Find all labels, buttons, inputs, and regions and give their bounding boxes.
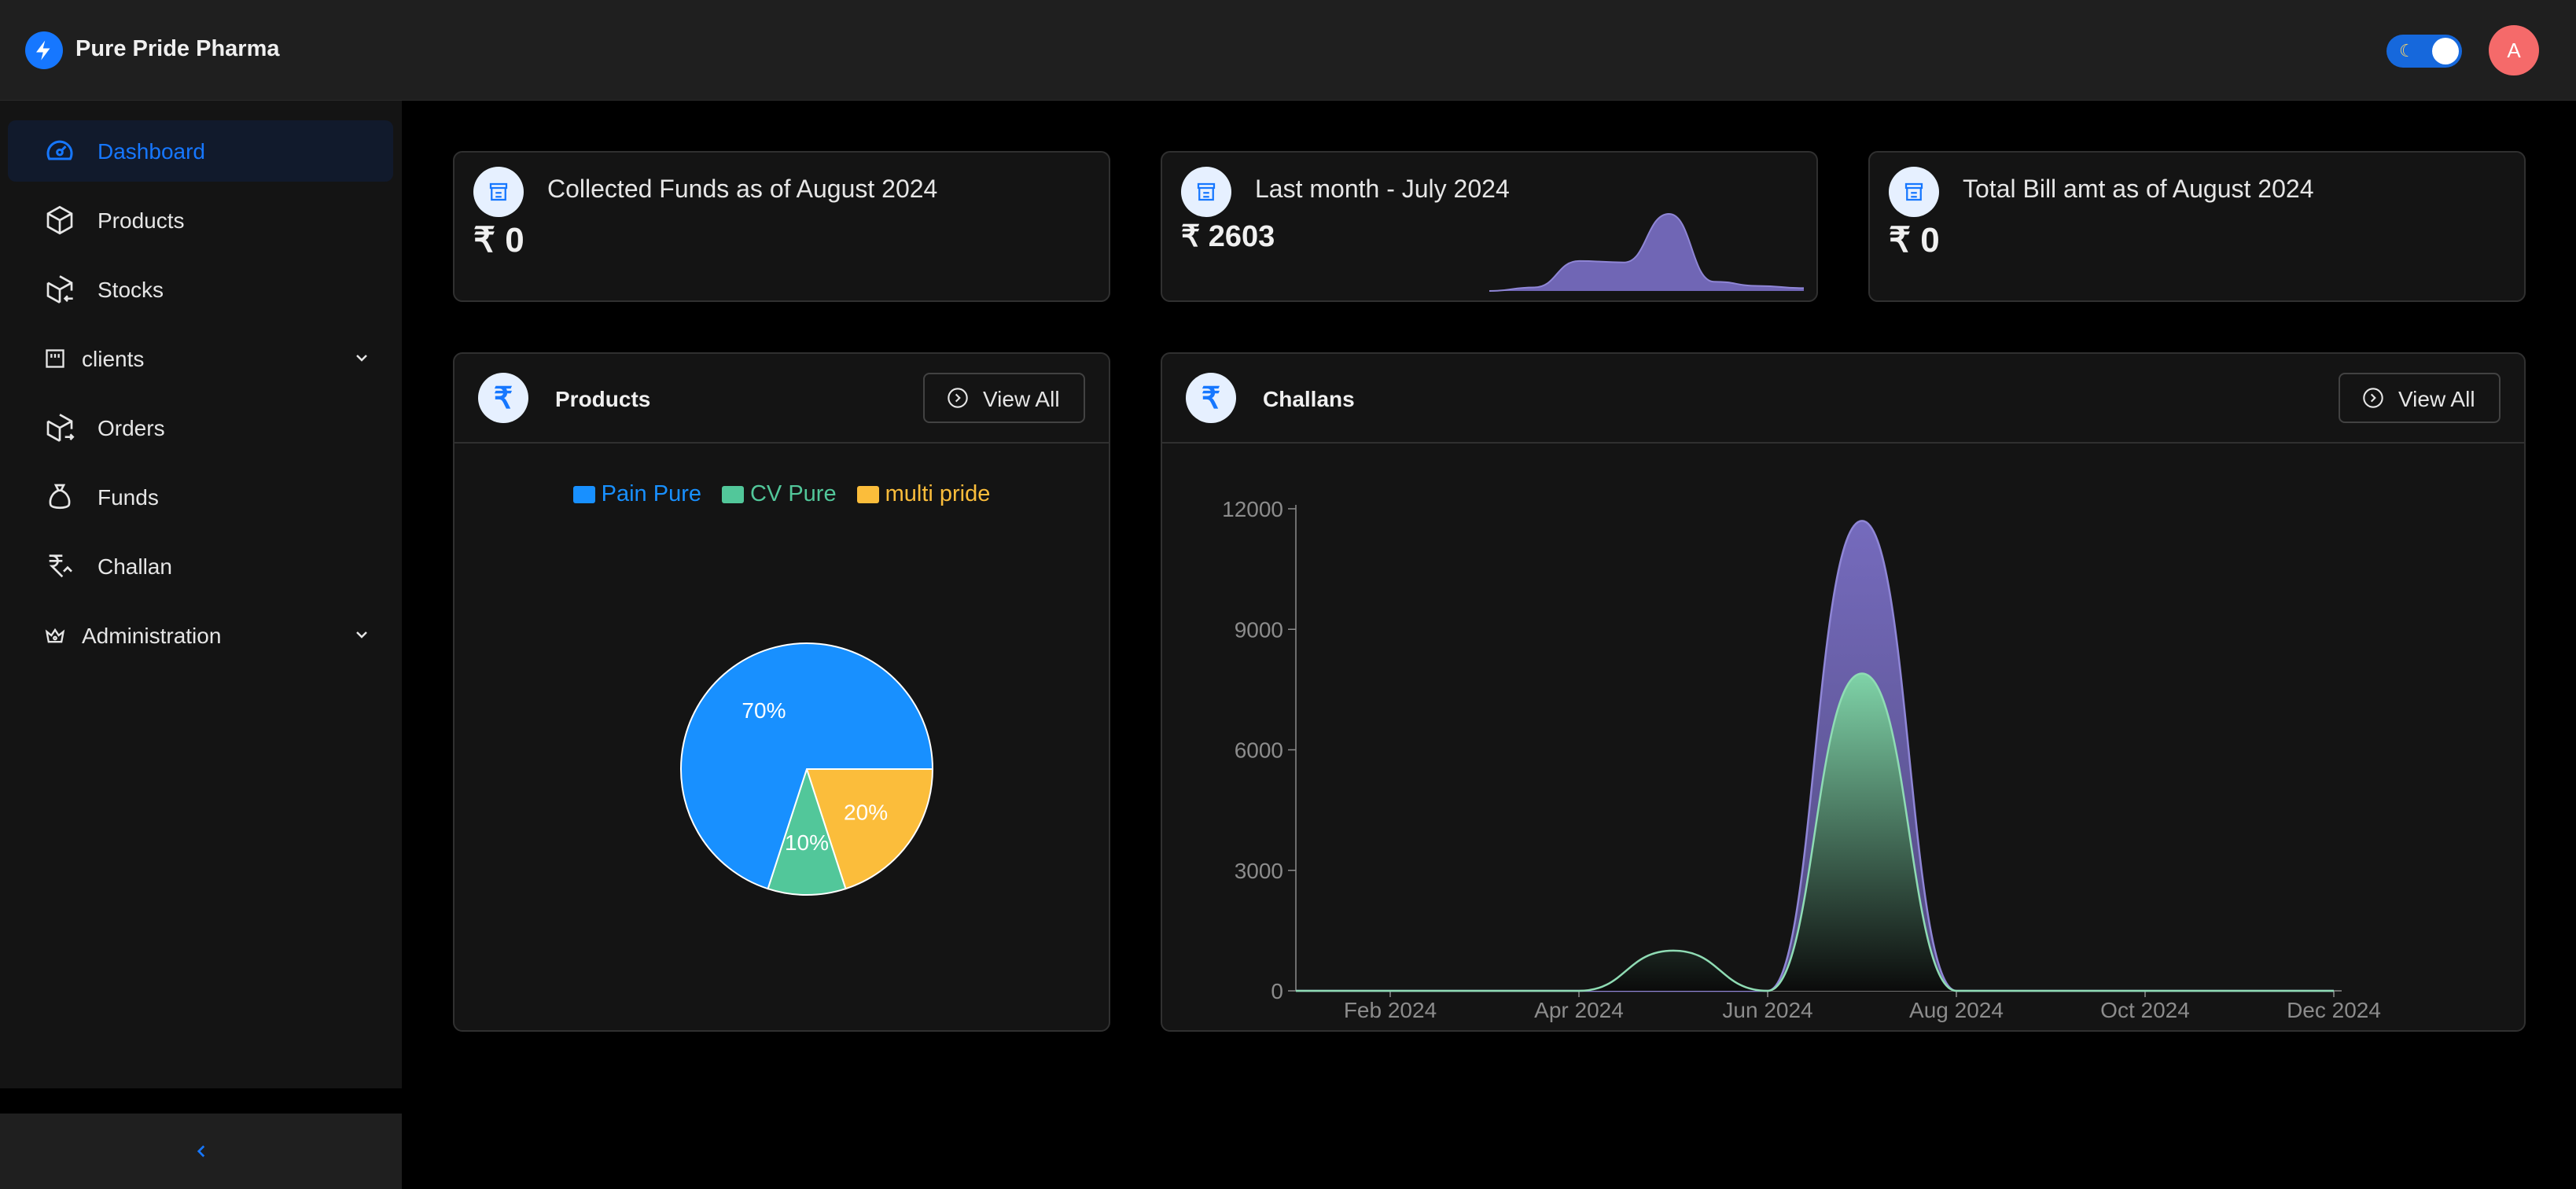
box-icon	[44, 204, 75, 236]
x-tick-label: Oct 2024	[2100, 998, 2190, 1022]
products-pie-chart: 20% 10% 70%	[680, 642, 934, 896]
logo-bolt-icon[interactable]	[25, 31, 63, 69]
shop-icon	[1181, 167, 1231, 217]
sidebar-collapse-button[interactable]	[0, 1114, 402, 1189]
pie-legend: Pain Pure CV Pure multi pride	[454, 481, 1109, 507]
crown-icon	[44, 624, 66, 646]
challans-area-chart: 0 3000 6000 9000 12000 Feb 2024 Apr 2024 Jun 20…	[1222, 497, 2381, 1022]
panel-title: Challans	[1263, 387, 1355, 411]
legend-swatch	[572, 485, 595, 503]
shop-icon	[1889, 167, 1939, 217]
top-header: Pure Pride Pharma ☾ A	[0, 0, 2576, 101]
x-tick-label: Jun 2024	[1722, 998, 1812, 1022]
sidebar-item-label: clients	[82, 347, 145, 371]
products-panel: ₹ Products View All Pain Pure CV Pure mu…	[453, 352, 1110, 1032]
view-all-products-button[interactable]: View All	[923, 373, 1085, 423]
moon-icon: ☾	[2399, 41, 2415, 61]
sidebar-item-label: Administration	[82, 624, 222, 648]
view-all-challans-button[interactable]: View All	[2339, 373, 2501, 423]
pie-slice-label: 20%	[844, 801, 888, 825]
view-all-label: View All	[2398, 387, 2475, 411]
building-icon	[44, 348, 66, 370]
x-tick-label: Feb 2024	[1344, 998, 1437, 1022]
stat-title: Last month - July 2024	[1255, 175, 1510, 203]
sidebar-item-label: Orders	[98, 416, 165, 440]
sidebar-item-label: Stocks	[98, 278, 164, 302]
challans-panel-header: ₹ Challans View All	[1162, 354, 2524, 444]
stat-title: Total Bill amt as of August 2024	[1963, 175, 2314, 203]
pie-slice-label: 10%	[785, 830, 829, 855]
stat-value: ₹ 0	[1889, 221, 1940, 260]
rupee-icon: ₹	[478, 373, 528, 423]
shop-icon	[473, 167, 524, 217]
legend-label: CV Pure	[749, 481, 837, 506]
money-bag-icon	[44, 481, 75, 513]
arrow-circle-right-icon	[948, 388, 968, 408]
legend-swatch	[721, 485, 744, 503]
app-title: Pure Pride Pharma	[75, 36, 280, 61]
theme-toggle[interactable]: ☾	[2386, 35, 2462, 68]
chevron-down-icon[interactable]	[352, 625, 371, 644]
sidebar-item-label: Dashboard	[98, 139, 205, 164]
stat-card-last-month: Last month - July 2024 ₹ 2603	[1161, 151, 1818, 302]
toggle-knob	[2432, 38, 2459, 64]
legend-swatch	[856, 485, 879, 503]
legend-label: Pain Pure	[601, 481, 701, 506]
sidebar-item-challan[interactable]: Challan	[8, 536, 393, 597]
legend-item-cv-pure[interactable]: CV Pure	[721, 481, 837, 507]
box-arrow-in-icon	[44, 274, 75, 305]
pie-slice-label: 70%	[742, 698, 786, 723]
legend-item-pain-pure[interactable]: Pain Pure	[572, 481, 701, 507]
dashboard-icon	[44, 135, 75, 167]
y-tick-label: 6000	[1235, 738, 1283, 763]
sidebar-item-products[interactable]: Products	[8, 190, 393, 251]
sidebar-item-administration[interactable]: Administration	[8, 605, 393, 666]
products-panel-header: ₹ Products View All	[454, 354, 1109, 444]
sidebar-item-clients[interactable]: clients	[8, 328, 393, 389]
x-tick-label: Apr 2024	[1534, 998, 1624, 1022]
panel-title: Products	[555, 387, 651, 411]
box-arrow-out-icon	[44, 412, 75, 444]
stat-card-total-bill: Total Bill amt as of August 2024 ₹ 0	[1868, 151, 2526, 302]
stat-title: Collected Funds as of August 2024	[547, 175, 938, 203]
chevron-down-icon[interactable]	[352, 348, 371, 367]
sidebar-item-label: Challan	[98, 554, 172, 579]
sidebar-item-dashboard[interactable]: Dashboard	[8, 120, 393, 182]
sparkline-chart	[1489, 212, 1804, 292]
sidebar-item-orders[interactable]: Orders	[8, 397, 393, 458]
x-tick-label: Dec 2024	[2287, 998, 2381, 1022]
rupee-icon	[44, 550, 75, 582]
rupee-icon: ₹	[1186, 373, 1236, 423]
arrow-circle-right-icon	[2363, 388, 2383, 408]
x-tick-label: Aug 2024	[1909, 998, 2004, 1022]
sparkline-area	[1489, 214, 1804, 291]
sidebar-item-funds[interactable]: Funds	[8, 466, 393, 528]
sidebar-item-label: Funds	[98, 485, 159, 510]
y-tick-label: 12000	[1222, 497, 1283, 521]
sidebar: Dashboard Products Stocks clients Orders…	[0, 101, 402, 1189]
legend-label: multi pride	[885, 481, 991, 506]
legend-item-multi-pride[interactable]: multi pride	[856, 481, 991, 507]
stat-value: ₹ 2603	[1181, 220, 1275, 253]
y-tick-label: 0	[1271, 979, 1283, 1003]
challans-panel: ₹ Challans View All 0 3000 6000 9000 12000 Fe…	[1161, 352, 2526, 1032]
sidebar-item-stocks[interactable]: Stocks	[8, 259, 393, 320]
y-tick-label: 9000	[1235, 617, 1283, 642]
y-tick-label: 3000	[1235, 859, 1283, 883]
view-all-label: View All	[983, 387, 1060, 411]
avatar[interactable]: A	[2489, 25, 2539, 75]
stat-card-collected-funds: Collected Funds as of August 2024 ₹ 0	[453, 151, 1110, 302]
stat-value: ₹ 0	[473, 221, 524, 260]
sidebar-item-label: Products	[98, 208, 185, 233]
chevron-left-icon	[197, 1145, 204, 1158]
